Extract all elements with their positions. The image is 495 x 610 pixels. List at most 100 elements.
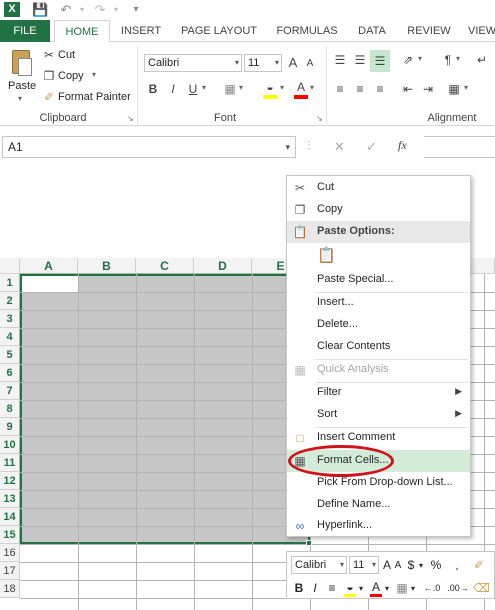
mini-bold-button[interactable]: B [293,580,305,596]
mini-fill-dropdown-icon[interactable]: ▾ [357,581,365,597]
row-header[interactable]: 7 [0,382,20,400]
paste-option-icon[interactable]: 📋 [317,246,336,266]
mini-font-color-dropdown-icon[interactable]: ▾ [383,581,391,597]
menu-item-define-name[interactable]: Define Name... [287,494,470,516]
row-header[interactable]: 12 [0,472,20,490]
mini-percent-button[interactable]: % [429,557,443,573]
fill-handle[interactable] [306,540,312,546]
row-header[interactable]: 9 [0,418,20,436]
undo-icon[interactable]: ↶ [58,2,74,18]
shrink-font-button[interactable]: A [304,56,316,72]
mini-fill-color-icon[interactable]: ◒ [343,579,357,595]
mini-font-name-combo[interactable]: Calibri ▾ [291,556,347,574]
mini-comma-style-icon[interactable]: ‚ [449,557,465,573]
font-color-dropdown-icon[interactable]: ▾ [310,83,314,92]
merge-dropdown-icon[interactable]: ▾ [464,83,468,92]
align-left-icon[interactable]: ≡ [332,81,348,97]
menu-item-copy[interactable]: ❐ Copy [287,199,470,221]
formula-bar-drag-icon[interactable]: ⋮ [304,140,314,151]
font-launcher-icon[interactable]: ↘ [316,114,323,123]
mini-font-color-button[interactable]: A [369,579,383,595]
tab-data[interactable]: DATA [352,20,392,42]
grow-font-button[interactable]: A [286,55,300,71]
mini-currency-dropdown-icon[interactable]: ▾ [417,558,425,574]
tab-home[interactable]: HOME [54,20,110,43]
cancel-entry-icon[interactable]: ✕ [334,139,345,155]
menu-item-filter[interactable]: Filter ▶ [287,382,470,404]
paste-button[interactable] [8,50,34,78]
menu-item-sort[interactable]: Sort ▶ [287,404,470,426]
tab-page-layout[interactable]: PAGE LAYOUT [176,20,262,42]
column-header[interactable]: C [136,258,194,274]
bold-button[interactable]: B [146,81,160,97]
row-header[interactable]: 18 [0,580,20,598]
mini-font-size-combo[interactable]: 11 ▾ [349,556,379,574]
wrap-text-icon[interactable]: ↵ [474,52,490,68]
paste-dropdown-icon[interactable]: ▾ [18,94,22,103]
paragraph-icon[interactable]: ¶ [440,52,456,68]
borders-dropdown-icon[interactable]: ▾ [239,83,243,92]
row-header[interactable]: 5 [0,346,20,364]
mini-center-icon[interactable]: ≡ [325,580,339,596]
menu-item-paste-special[interactable]: Paste Special... [287,269,470,291]
active-cell[interactable] [22,276,78,293]
fill-dropdown-icon[interactable]: ▾ [280,83,284,92]
row-header[interactable]: 17 [0,562,20,580]
menu-item-clear-contents[interactable]: Clear Contents [287,336,470,358]
row-header[interactable]: 15 [0,526,20,544]
align-bottom-icon[interactable]: ☰ [370,50,390,72]
name-box[interactable]: A1 ▾ [2,136,296,158]
column-header[interactable]: B [78,258,136,274]
save-icon[interactable]: 💾 [32,2,48,18]
tab-formulas[interactable]: FORMULAS [272,20,342,42]
row-header[interactable]: 1 [0,274,20,292]
mini-italic-button[interactable]: I [309,580,321,596]
row-header[interactable]: 6 [0,364,20,382]
menu-item-insert[interactable]: Insert... [287,292,470,314]
underline-dropdown-icon[interactable]: ▾ [202,83,206,92]
paragraph-dropdown-icon[interactable]: ▾ [456,54,460,63]
insert-function-button[interactable]: fx [398,138,407,153]
formula-input[interactable] [424,136,495,158]
tab-view[interactable]: VIEW [468,20,495,42]
select-all-corner[interactable] [0,258,20,274]
decrease-indent-icon[interactable]: ⇤ [400,81,416,97]
menu-item-delete[interactable]: Delete... [287,314,470,336]
column-header[interactable]: D [194,258,252,274]
row-header[interactable]: 10 [0,436,20,454]
redo-icon[interactable]: ↷ [92,2,108,18]
font-size-combo[interactable]: 11 ▾ [244,54,282,72]
font-name-combo[interactable]: Calibri ▾ [144,54,242,72]
mini-borders-dropdown-icon[interactable]: ▾ [409,581,417,597]
row-header[interactable]: 13 [0,490,20,508]
menu-item-cut[interactable]: ✂ Cut [287,177,470,199]
mini-decrease-decimal-icon[interactable]: .00→ [447,580,469,596]
menu-item-pick-from-dropdown[interactable]: Pick From Drop-down List... [287,472,470,494]
row-header[interactable]: 4 [0,328,20,346]
increase-indent-icon[interactable]: ⇥ [420,81,436,97]
row-header[interactable]: 8 [0,400,20,418]
format-painter-button[interactable]: Format Painter [58,91,131,103]
undo-dropdown-icon[interactable]: ▾ [74,2,90,18]
italic-button[interactable]: I [166,81,180,97]
mini-increase-decimal-icon[interactable]: ←.0 [421,580,443,596]
mini-currency-button[interactable]: $ [405,557,417,573]
confirm-entry-icon[interactable]: ✓ [366,139,377,155]
column-header[interactable]: A [20,258,78,274]
row-header[interactable]: 3 [0,310,20,328]
copy-dropdown-icon[interactable]: ▾ [92,70,96,79]
mini-grow-font-button[interactable]: A [381,557,393,573]
orientation-icon[interactable]: ⇗ [400,52,416,68]
align-top-icon[interactable]: ☰ [332,52,348,68]
menu-item-insert-comment[interactable]: □ Insert Comment [287,427,470,449]
customize-qat-icon[interactable]: ▾ [128,2,144,18]
tab-file[interactable]: FILE [0,20,50,42]
borders-icon[interactable]: ▦ [222,81,238,97]
orientation-dropdown-icon[interactable]: ▾ [418,54,422,63]
mini-eraser-icon[interactable]: ⌫ [473,580,490,596]
fill-color-icon[interactable]: ◒ [262,79,278,95]
mini-shrink-font-button[interactable]: A [393,558,403,574]
align-right-icon[interactable]: ≡ [372,81,388,97]
row-header[interactable]: 11 [0,454,20,472]
underline-button[interactable]: U [186,81,200,97]
